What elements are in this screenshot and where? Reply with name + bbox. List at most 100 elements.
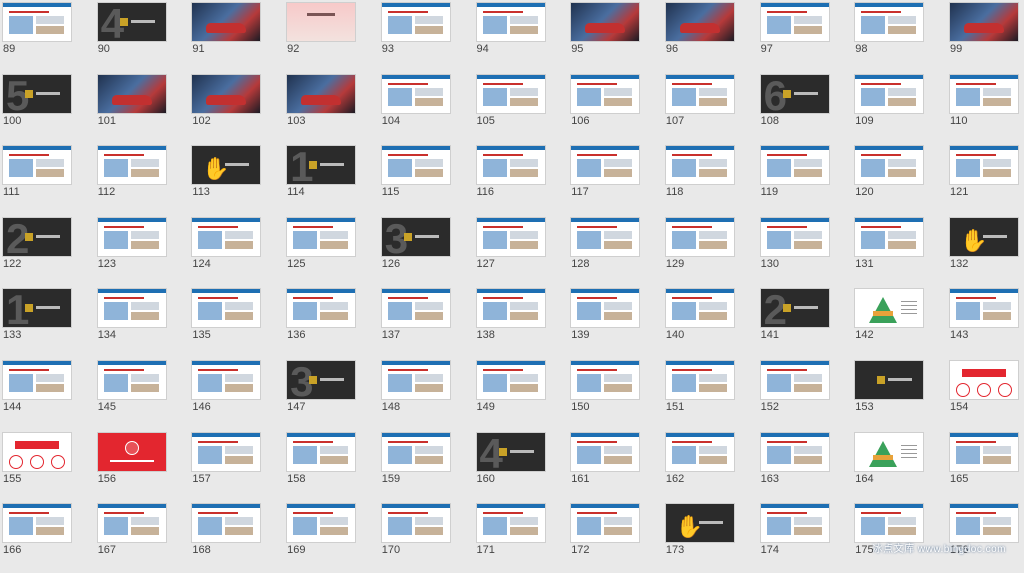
slide-thumbnail-111[interactable]: 111 [0,143,95,215]
slide-preview: 6 [760,74,829,113]
slide-thumbnail-163[interactable]: 163 [758,430,853,502]
slide-thumbnail-123[interactable]: 123 [95,215,190,287]
slide-number: 126 [381,257,401,270]
slide-thumbnail-161[interactable]: 161 [568,430,663,502]
slide-thumbnail-140[interactable]: 140 [663,286,758,358]
slide-thumbnail-115[interactable]: 115 [379,143,474,215]
slide-thumbnail-131[interactable]: 131 [852,215,947,287]
slide-thumbnail-159[interactable]: 159 [379,430,474,502]
slide-thumbnail-121[interactable]: 121 [947,143,1024,215]
slide-thumbnail-91[interactable]: 91 [189,0,284,72]
slide-thumbnail-117[interactable]: 117 [568,143,663,215]
slide-preview [571,74,640,113]
slide-thumbnail-168[interactable]: 168 [189,501,284,573]
slide-thumbnail-174[interactable]: 174 [758,501,853,573]
slide-thumbnail-157[interactable]: 157 [189,430,284,502]
slide-thumbnail-145[interactable]: 145 [95,358,190,430]
slide-thumbnail-119[interactable]: 119 [758,143,853,215]
slide-thumbnail-139[interactable]: 139 [568,286,663,358]
slide-thumbnail-150[interactable]: 150 [568,358,663,430]
slide-thumbnail-164[interactable]: 164 [852,430,947,502]
slide-thumbnail-149[interactable]: 149 [474,358,569,430]
slide-thumbnail-147[interactable]: 3 147 [284,358,379,430]
slide-thumbnail-118[interactable]: 118 [663,143,758,215]
slide-thumbnail-94[interactable]: 94 [474,0,569,72]
slide-thumbnail-122[interactable]: 2 122 [0,215,95,287]
slide-thumbnail-172[interactable]: 172 [568,501,663,573]
slide-thumbnail-158[interactable]: 158 [284,430,379,502]
slide-thumbnail-124[interactable]: 124 [189,215,284,287]
slide-thumbnail-133[interactable]: 1 133 [0,286,95,358]
slide-thumbnail-103[interactable]: 103 [284,72,379,144]
slide-thumbnail-90[interactable]: 4 90 [95,0,190,72]
slide-thumbnail-104[interactable]: 104 [379,72,474,144]
slide-thumbnail-171[interactable]: 171 [474,501,569,573]
slide-thumbnail-127[interactable]: 127 [474,215,569,287]
slide-thumbnail-141[interactable]: 2 141 [758,286,853,358]
slide-preview: 2 [760,289,829,328]
slide-thumbnail-109[interactable]: 109 [852,72,947,144]
slide-thumbnail-151[interactable]: 151 [663,358,758,430]
slide-thumbnail-113[interactable]: ✋ 113 [189,143,284,215]
slide-thumbnail-125[interactable]: 125 [284,215,379,287]
slide-preview [476,217,545,256]
slide-thumbnail-135[interactable]: 135 [189,286,284,358]
slide-thumbnail-99[interactable]: 99 [947,0,1024,72]
slide-thumbnail-134[interactable]: 134 [95,286,190,358]
slide-thumbnail-130[interactable]: 130 [758,215,853,287]
slide-thumbnail-142[interactable]: 142 [852,286,947,358]
slide-thumbnail-107[interactable]: 107 [663,72,758,144]
slide-thumbnail-106[interactable]: 106 [568,72,663,144]
slide-thumbnail-93[interactable]: 93 [379,0,474,72]
slide-thumbnail-165[interactable]: 165 [947,430,1024,502]
slide-thumbnail-128[interactable]: 128 [568,215,663,287]
slide-thumbnail-96[interactable]: 96 [663,0,758,72]
slide-thumbnail-146[interactable]: 146 [189,358,284,430]
slide-thumbnail-101[interactable]: 101 [95,72,190,144]
slide-thumbnail-98[interactable]: 98 [852,0,947,72]
slide-thumbnail-153[interactable]: 153 [852,358,947,430]
slide-thumbnail-110[interactable]: 110 [947,72,1024,144]
slide-thumbnail-169[interactable]: 169 [284,501,379,573]
slide-thumbnail-126[interactable]: 3 126 [379,215,474,287]
slide-thumbnail-148[interactable]: 148 [379,358,474,430]
slide-thumbnail-129[interactable]: 129 [663,215,758,287]
watermark: 冰点文库 www.bingdoc.com [872,544,1006,555]
slide-thumbnail-92[interactable]: 92 [284,0,379,72]
slide-thumbnail-167[interactable]: 167 [95,501,190,573]
slide-thumbnail-100[interactable]: 5 100 [0,72,95,144]
slide-thumbnail-170[interactable]: 170 [379,501,474,573]
slide-preview [855,289,924,328]
slide-thumbnail-120[interactable]: 120 [852,143,947,215]
slide-thumbnail-166[interactable]: 166 [0,501,95,573]
slide-thumbnail-138[interactable]: 138 [474,286,569,358]
slide-thumbnail-105[interactable]: 105 [474,72,569,144]
slide-number: 114 [287,186,305,199]
slide-number: 130 [760,257,779,270]
slide-thumbnail-143[interactable]: 143 [947,286,1024,358]
slide-thumbnail-97[interactable]: 97 [758,0,853,72]
slide-thumbnail-95[interactable]: 95 [568,0,663,72]
slide-number: 174 [760,544,779,557]
slide-thumbnail-89[interactable]: 89 [0,0,95,72]
slide-preview: ✋ [192,146,261,185]
slide-thumbnail-108[interactable]: 6 108 [758,72,853,144]
slide-thumbnail-144[interactable]: 144 [0,358,95,430]
slide-thumbnail-112[interactable]: 112 [95,143,190,215]
slide-preview [97,146,166,185]
slide-thumbnail-116[interactable]: 116 [474,143,569,215]
slide-thumbnail-102[interactable]: 102 [189,72,284,144]
slide-thumbnail-156[interactable]: 156 [95,430,190,502]
slide-thumbnail-173[interactable]: ✋ 173 [663,501,758,573]
slide-thumbnail-154[interactable]: 154 [947,358,1024,430]
slide-thumbnail-176[interactable]: 176 [947,501,1024,573]
slide-thumbnail-152[interactable]: 152 [758,358,853,430]
slide-thumbnail-137[interactable]: 137 [379,286,474,358]
slide-thumbnail-160[interactable]: 4 160 [474,430,569,502]
slide-thumbnail-155[interactable]: 155 [0,430,95,502]
slide-thumbnail-114[interactable]: 1 114 [284,143,379,215]
slide-thumbnail-162[interactable]: 162 [663,430,758,502]
slide-thumbnail-136[interactable]: 136 [284,286,379,358]
slide-thumbnail-175[interactable]: 175 [852,501,947,573]
slide-thumbnail-132[interactable]: ✋ 132 [947,215,1024,287]
